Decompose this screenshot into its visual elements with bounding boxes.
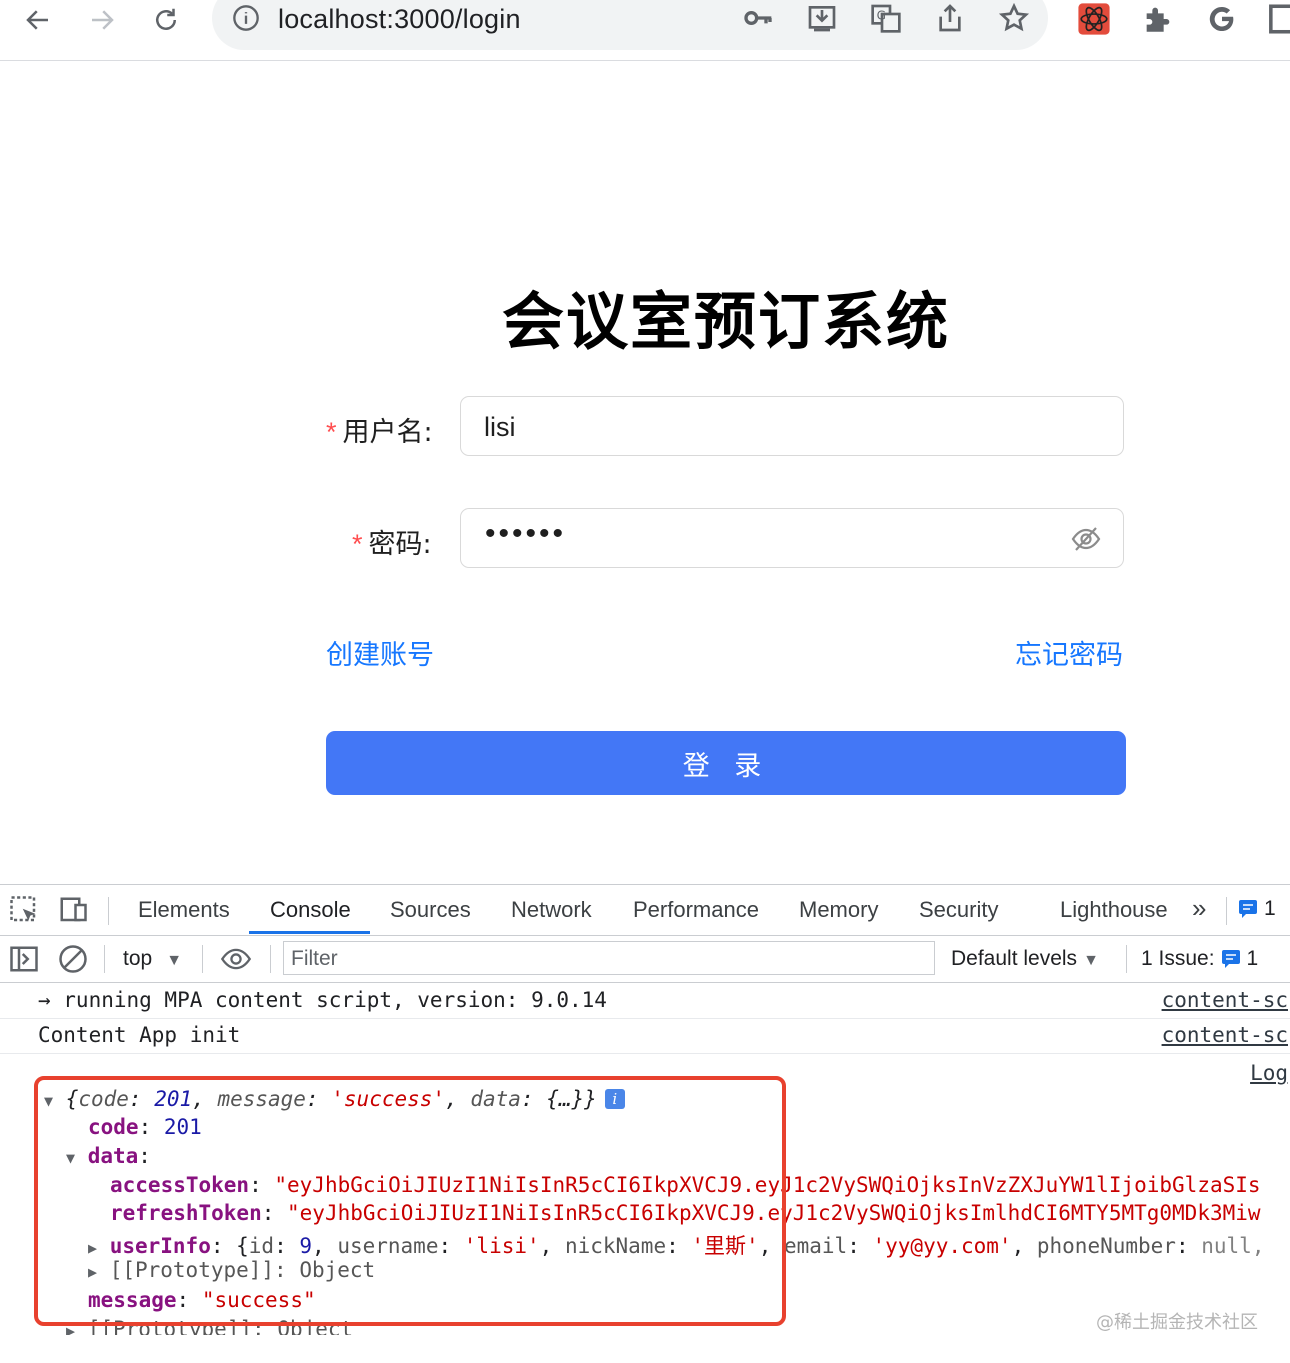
log-message: → running MPA content script, version: 9… [38, 988, 607, 1012]
device-toolbar-icon[interactable] [58, 895, 88, 925]
console-log-row: Content App init content-sc [0, 1018, 1290, 1054]
live-expression-eye-icon[interactable] [220, 944, 252, 974]
watermark: @稀土掘金技术社区 [1096, 1312, 1258, 1333]
forgot-password-link[interactable]: 忘记密码 [1015, 633, 1123, 672]
log-message: Content App init [38, 1023, 241, 1047]
forward-button[interactable] [80, 0, 124, 40]
tab-lighthouse[interactable]: Lighthouse [1060, 897, 1168, 923]
login-button[interactable]: 登 录 [326, 731, 1126, 795]
username-label-text: 用户名: [342, 417, 433, 448]
active-tab-indicator [249, 931, 370, 934]
bookmark-star-icon[interactable] [998, 2, 1030, 34]
side-panel-icon[interactable] [1268, 2, 1290, 36]
tab-performance[interactable]: Performance [633, 897, 759, 923]
console-toolbar: top ▼ Filter Default levels ▼ 1 Issue: 1 [0, 936, 1290, 983]
tab-console[interactable]: Console [270, 897, 351, 923]
log-source-link[interactable]: content-sc [1162, 988, 1288, 1012]
divider [1226, 897, 1227, 925]
tab-sources[interactable]: Sources [390, 897, 471, 923]
page-title: 会议室预订系统 [501, 285, 950, 358]
username-label: * 用户名: [326, 410, 433, 449]
log-source-link[interactable]: content-sc [1162, 1023, 1288, 1047]
arrow-left-icon [26, 10, 48, 30]
issues-count: 1 [1246, 947, 1259, 970]
issues-label: 1 Issue: [1141, 947, 1215, 970]
message-icon [1239, 900, 1257, 918]
login-page: 会议室预订系统 * 用户名: lisi * 密码: •••••• 创建账号 忘记密码… [0, 61, 1290, 884]
create-account-link[interactable]: 创建账号 [326, 633, 434, 672]
address-bar[interactable]: localhost:3000/login G [212, 0, 1048, 50]
info-icon[interactable] [232, 4, 260, 32]
log-source-link[interactable]: Log [1250, 1061, 1288, 1085]
username-input[interactable]: lisi [460, 396, 1124, 456]
required-mark: * [326, 417, 337, 447]
react-devtools-extension-icon[interactable] [1077, 2, 1111, 36]
tab-memory[interactable]: Memory [799, 897, 878, 923]
dropdown-triangle-icon: ▼ [1083, 952, 1099, 969]
url-text[interactable]: localhost:3000/login [278, 4, 521, 35]
log-levels-dropdown[interactable]: Default levels ▼ [951, 947, 1099, 971]
svg-text:G: G [877, 8, 886, 22]
reload-button[interactable] [144, 0, 188, 40]
context-selector[interactable]: top ▼ [123, 947, 182, 971]
clear-console-icon[interactable] [58, 944, 88, 974]
reload-icon [156, 8, 176, 30]
password-label-text: 密码: [368, 529, 432, 560]
install-icon[interactable] [806, 2, 838, 34]
issues-badge[interactable]: 1 Issue: 1 [1141, 947, 1258, 971]
google-account-icon[interactable] [1205, 2, 1239, 36]
password-label: * 密码: [352, 522, 432, 561]
extensions-puzzle-icon[interactable] [1141, 2, 1175, 36]
divider [202, 945, 203, 973]
filter-input[interactable]: Filter [283, 941, 935, 975]
sidebar-toggle-icon[interactable] [9, 944, 39, 974]
divider [1126, 945, 1127, 973]
log-levels-value: Default levels [951, 947, 1078, 970]
translate-icon[interactable]: G [870, 2, 902, 34]
back-button[interactable] [16, 0, 60, 40]
browser-toolbar: localhost:3000/login G [0, 0, 1290, 61]
inspect-element-icon[interactable] [9, 895, 39, 925]
eye-invisible-icon[interactable] [1071, 525, 1101, 553]
highlight-annotation-box [34, 1076, 786, 1326]
arrow-right-icon [92, 10, 114, 30]
password-input[interactable]: •••••• [460, 508, 1124, 568]
required-mark: * [352, 529, 363, 559]
devtools-panel: Elements Console Sources Network Perform… [0, 884, 1290, 1363]
divider [108, 897, 109, 925]
tab-elements[interactable]: Elements [138, 897, 230, 923]
devtools-tabbar: Elements Console Sources Network Perform… [0, 885, 1290, 936]
tab-network[interactable]: Network [511, 897, 592, 923]
context-value: top [123, 947, 153, 970]
key-icon[interactable] [742, 2, 774, 34]
username-value[interactable]: lisi [484, 412, 516, 443]
console-log-row: → running MPA content script, version: 9… [0, 983, 1290, 1019]
share-icon[interactable] [934, 2, 966, 34]
divider [270, 945, 271, 973]
messages-badge[interactable]: 1 [1238, 897, 1276, 921]
more-tabs-chevron-icon[interactable]: » [1192, 893, 1206, 924]
tab-security[interactable]: Security [919, 897, 998, 923]
password-mask[interactable]: •••••• [485, 517, 566, 551]
divider [104, 945, 105, 973]
message-icon [1221, 950, 1240, 968]
messages-count: 1 [1264, 897, 1276, 920]
dropdown-triangle-icon: ▼ [166, 952, 183, 969]
